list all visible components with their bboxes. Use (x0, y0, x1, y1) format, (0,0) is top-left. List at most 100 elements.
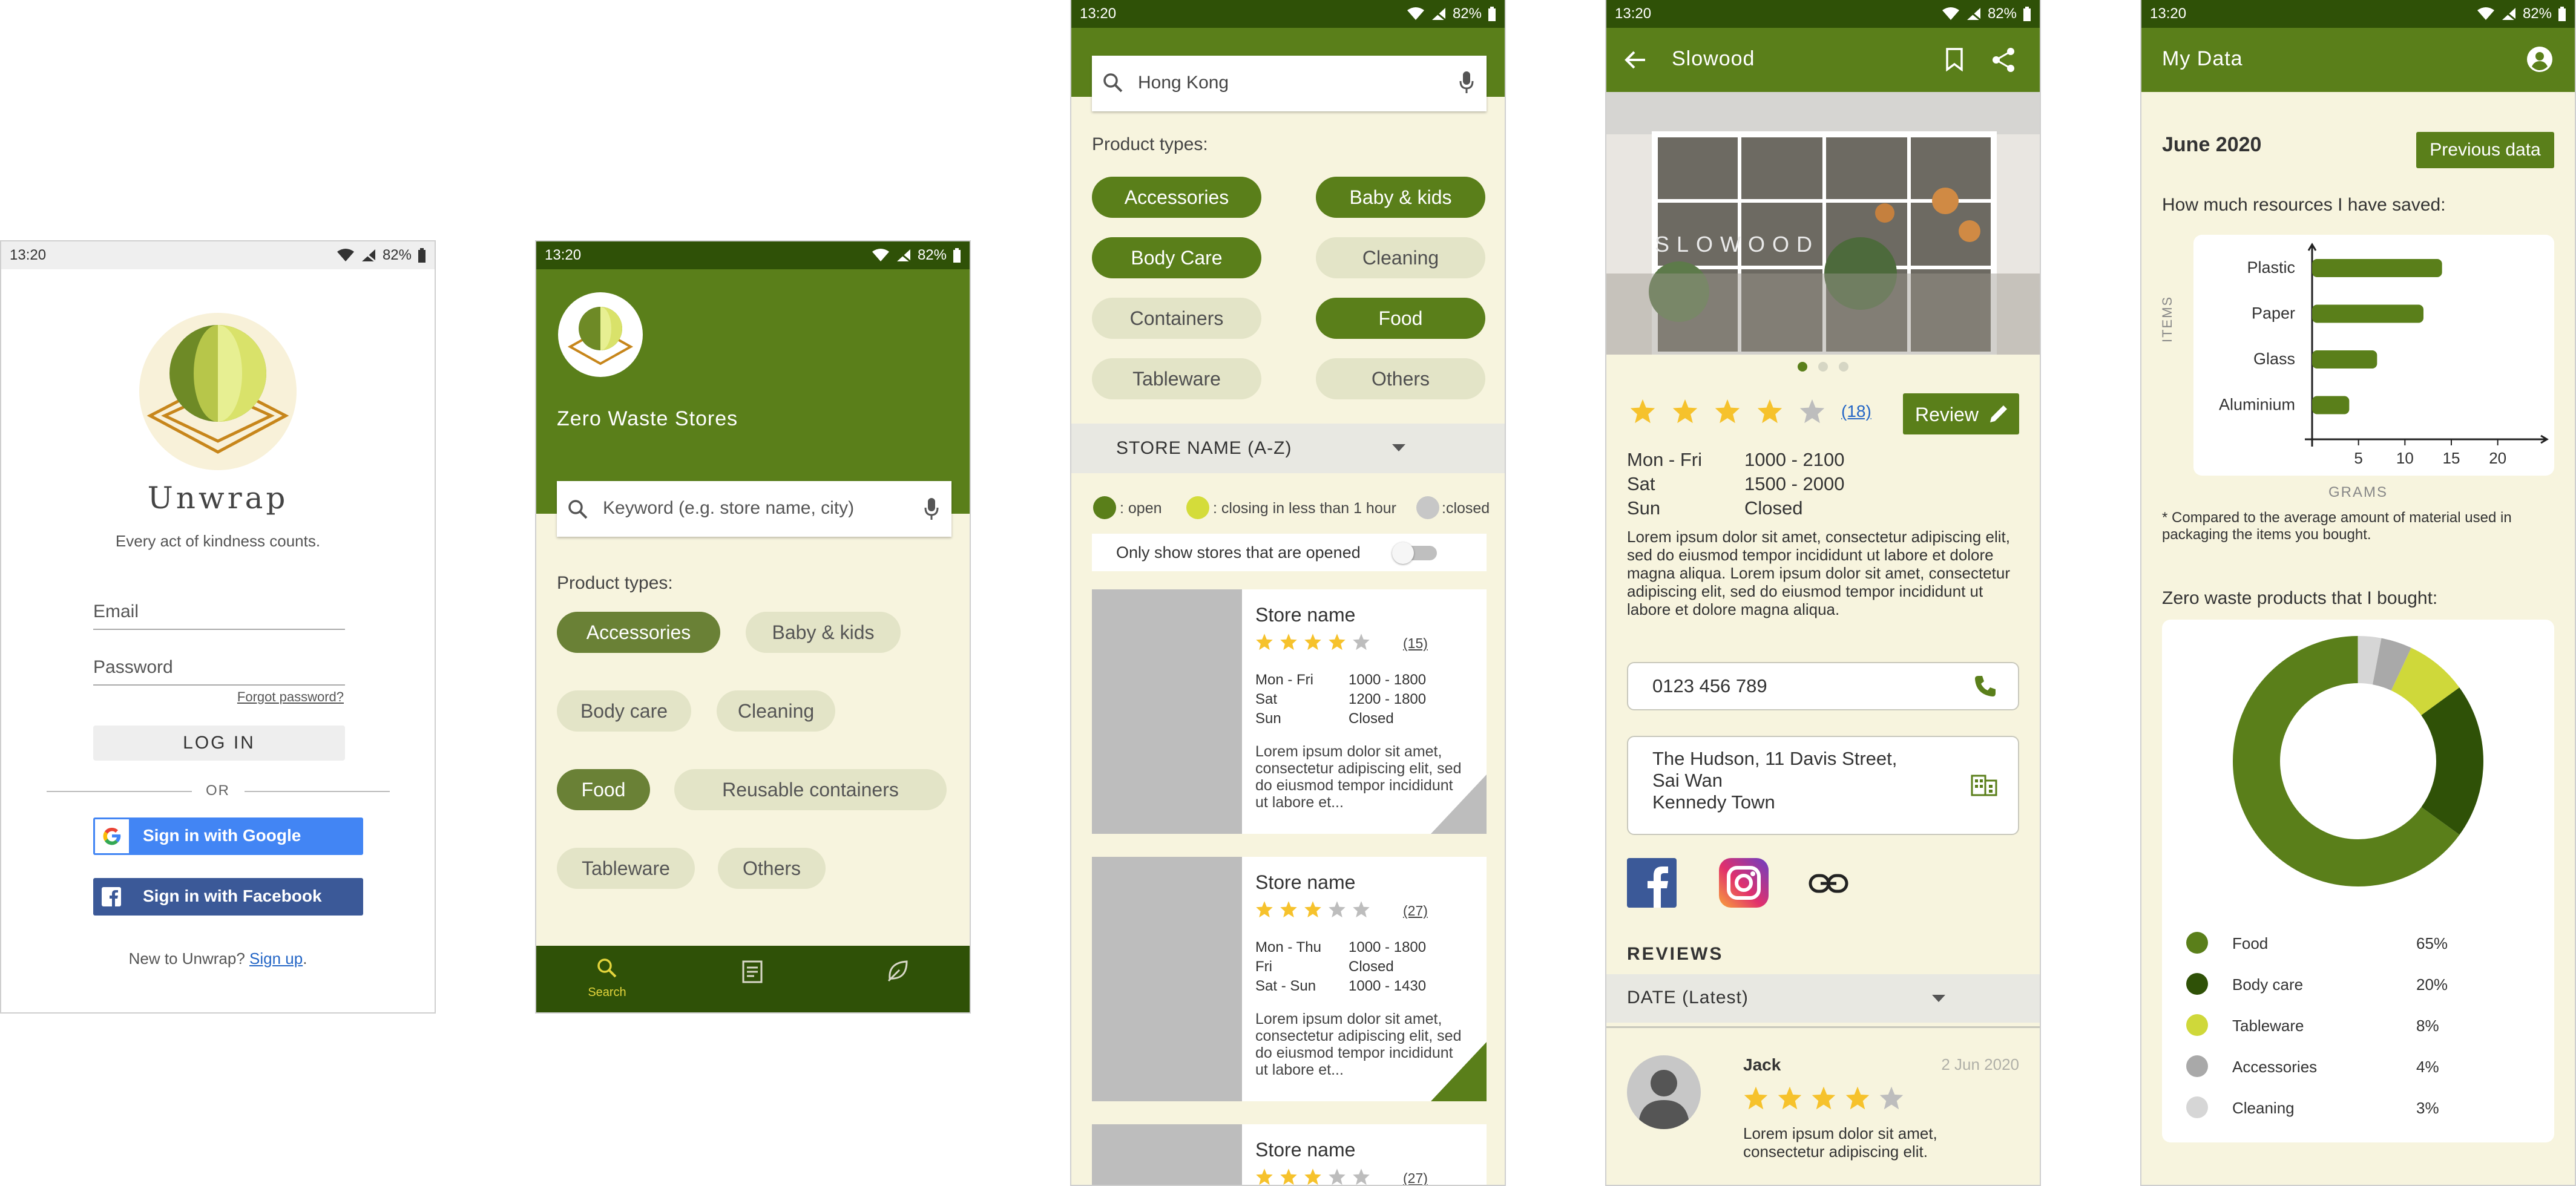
status-bar: 13:20 82% (536, 241, 970, 269)
star-filled-icon (1304, 901, 1321, 918)
home-chip-reusable-containers[interactable]: Reusable containers (674, 769, 947, 810)
results-chip-tableware[interactable]: Tableware (1092, 358, 1261, 399)
store-card[interactable]: Store name (27) Mon - Thu 1000 - 1800 Fr… (1092, 857, 1487, 1101)
review-date: 2 Jun 2020 (1941, 1055, 2019, 1073)
home-chip-cleaning[interactable]: Cleaning (717, 690, 835, 732)
nav-search-tab[interactable]: Search (585, 958, 629, 1006)
results-chip-accessories[interactable]: Accessories (1092, 177, 1261, 218)
search-icon (597, 958, 617, 978)
store-card[interactable]: Store name (15) Mon - Fri 1000 - 1800 Sa… (1092, 589, 1487, 834)
store-card-name: Store name (1255, 1139, 1356, 1161)
facebook-icon[interactable] (1627, 858, 1677, 908)
facebook-signin-button[interactable]: Sign in with Facebook (93, 878, 363, 916)
resources-question: How much resources I have saved: (2162, 195, 2446, 215)
address-field[interactable]: The Hudson, 11 Davis Street, Sai Wan Ken… (1627, 736, 2019, 835)
phone-field[interactable]: 0123 456 789 (1627, 662, 2019, 710)
store-card-name: Store name (1255, 871, 1356, 893)
review-button[interactable]: Review (1903, 393, 2019, 434)
results-screen: 13:20 82% Hong Kong Product types: Acces… (1070, 0, 1506, 1186)
store-review-count[interactable]: (18) (1841, 402, 1871, 421)
results-chip-food[interactable]: Food (1316, 298, 1485, 339)
home-chip-others[interactable]: Others (718, 848, 826, 889)
sort-label: STORE NAME (A-Z) (1116, 438, 1292, 458)
status-bar: 13:20 82% (1, 241, 435, 269)
password-field[interactable] (93, 684, 345, 686)
status-bar: 13:20 82% (1071, 0, 1505, 28)
store-card[interactable]: Store name (27) (1092, 1124, 1487, 1185)
building-icon[interactable] (1971, 772, 1997, 796)
mic-icon[interactable] (1459, 70, 1474, 94)
home-chip-tableware[interactable]: Tableware (557, 848, 695, 889)
list-icon[interactable] (742, 960, 763, 983)
bar-category-label: Aluminium (2219, 396, 2295, 414)
bar (2312, 259, 2442, 277)
bookmark-icon[interactable] (1945, 47, 1963, 71)
results-chip-cleaning[interactable]: Cleaning (1316, 237, 1485, 278)
link-icon[interactable] (1809, 870, 1848, 897)
signup-row: New to Unwrap? Sign up. (1, 949, 435, 968)
carousel-dot[interactable] (1818, 362, 1828, 372)
hours-day: Mon - Fri (1255, 672, 1313, 688)
battery-icon (953, 248, 961, 263)
results-chip-body-care[interactable]: Body Care (1092, 237, 1261, 278)
hours-time: 1000 - 1800 (1349, 672, 1427, 688)
hours-day: Sun (1255, 710, 1281, 727)
home-search-bar[interactable]: Keyword (e.g. store name, city) (557, 481, 951, 537)
email-field[interactable] (93, 629, 345, 630)
bar (2312, 304, 2423, 323)
store-sign-text: SLOWOOD (1655, 232, 1819, 257)
results-chip-baby-kids[interactable]: Baby & kids (1316, 177, 1485, 218)
account-icon[interactable] (2526, 46, 2553, 73)
home-chip-food[interactable]: Food (557, 769, 650, 810)
chart-ylabel: ITEMS (2160, 295, 2175, 342)
home-chip-body-care[interactable]: Body care (557, 690, 691, 732)
mic-icon[interactable] (924, 497, 939, 521)
chart-xlabel: GRAMS (2328, 484, 2388, 500)
store-card-review-count[interactable]: (27) (1403, 903, 1428, 919)
only-open-toggle[interactable] (1392, 542, 1437, 564)
phone-number: 0123 456 789 (1652, 675, 1767, 696)
signup-link[interactable]: Sign up (249, 949, 303, 968)
home-search-placeholder: Keyword (e.g. store name, city) (603, 498, 855, 518)
home-chip-accessories[interactable]: Accessories (557, 612, 720, 653)
signal-off-icon (2502, 8, 2516, 21)
share-icon[interactable] (1991, 47, 2016, 73)
phone-icon[interactable] (1973, 674, 1997, 698)
hours-day: Sun (1627, 497, 1661, 519)
reviews-sort-label: DATE (Latest) (1627, 988, 1749, 1007)
carousel-dot[interactable] (1839, 362, 1848, 372)
nav-search-label: Search (588, 986, 626, 999)
home-chip-baby-kids[interactable]: Baby & kids (746, 612, 901, 653)
instagram-icon[interactable] (1719, 858, 1769, 908)
legend-name: Body care (2232, 975, 2304, 994)
star-empty-icon (1353, 901, 1370, 918)
star-filled-icon (1329, 634, 1346, 650)
legend-name: Cleaning (2232, 1099, 2295, 1117)
results-search-bar[interactable]: Hong Kong (1092, 56, 1487, 111)
store-card-review-count[interactable]: (27) (1403, 1170, 1428, 1185)
login-button[interactable]: LOG IN (93, 726, 345, 761)
products-heading: Zero waste products that I bought: (2162, 588, 2438, 608)
reviews-sort-dropdown[interactable]: DATE (Latest) (1606, 974, 2040, 1023)
status-time: 13:20 (1080, 5, 1117, 22)
previous-data-button[interactable]: Previous data (2416, 132, 2554, 168)
legend-closing-label: : closing in less than 1 hour (1213, 500, 1396, 517)
forgot-password-link[interactable]: Forgot password? (237, 689, 344, 705)
store-detail-screen: 13:20 82% Slowood SLOWOOD (18) Review Mo… (1605, 0, 2041, 1186)
signal-off-icon (361, 249, 376, 263)
sort-dropdown[interactable]: STORE NAME (A-Z) (1071, 424, 1505, 473)
google-signin-button[interactable]: Sign in with Google (93, 817, 363, 855)
leaf-icon[interactable] (886, 959, 909, 982)
reviewer-name: Jack (1743, 1055, 1781, 1074)
back-arrow-icon[interactable] (1625, 50, 1646, 70)
results-chip-others[interactable]: Others (1316, 358, 1485, 399)
legend-open-label: : open (1120, 500, 1162, 517)
home-title: Zero Waste Stores (557, 407, 738, 430)
only-open-label: Only show stores that are opened (1116, 543, 1361, 562)
status-bar: 13:20 82% (2141, 0, 2575, 28)
carousel-dot-active[interactable] (1798, 362, 1807, 372)
store-card-review-count[interactable]: (15) (1403, 635, 1428, 652)
results-chip-containers[interactable]: Containers (1092, 298, 1261, 339)
star-filled-icon (1256, 1168, 1273, 1185)
store-photo[interactable]: SLOWOOD (1606, 92, 2040, 355)
